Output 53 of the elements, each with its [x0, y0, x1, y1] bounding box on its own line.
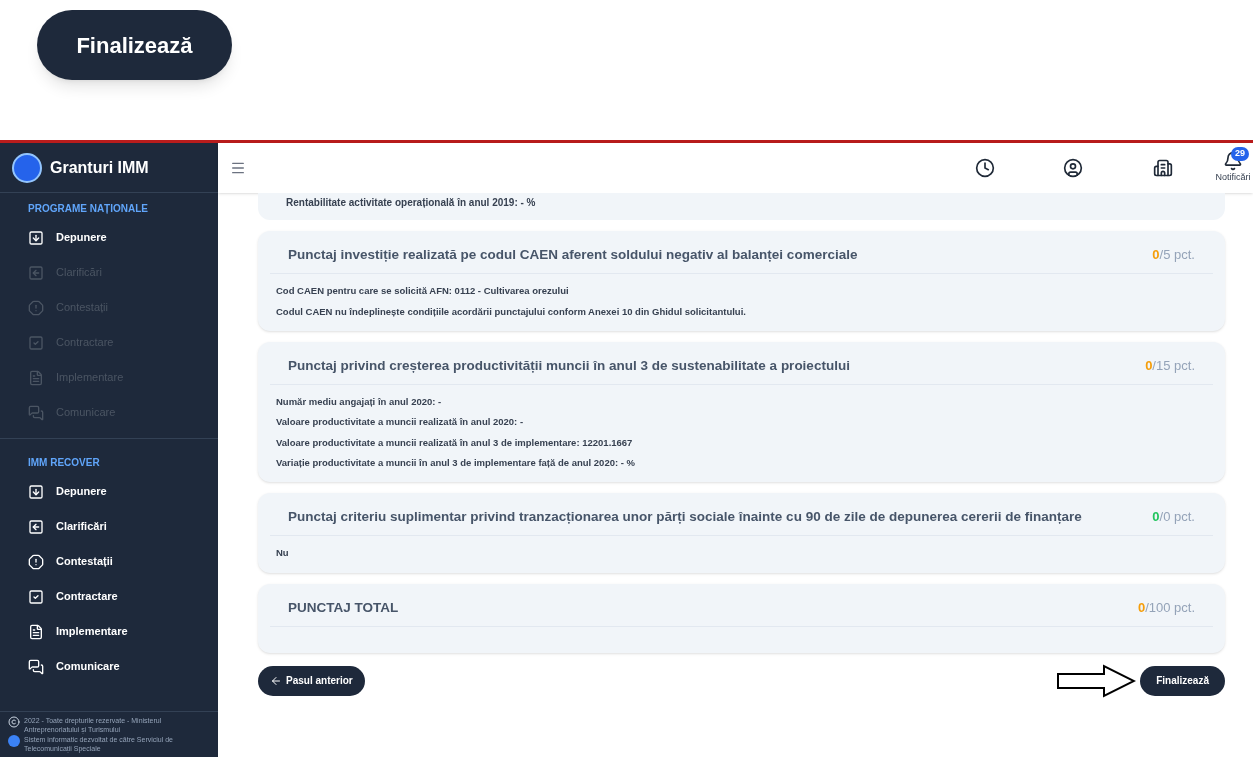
arrow-left-icon — [270, 674, 282, 687]
card-title: Punctaj investiție realizată pe codul CAEN aferent soldului negativ al balanței comerciale — [288, 246, 858, 264]
score: 0/5 pct. — [1152, 246, 1195, 265]
detail-text: Variație productivitate a muncii în anul 3 de implementare față de anul 2020: - % — [276, 455, 636, 470]
exclamation-icon — [28, 299, 44, 316]
finish-button[interactable]: Finalizează — [37, 10, 232, 80]
tray-icon — [28, 229, 44, 246]
detail-text: Rentabilitate activitate operațională în anul 2019: - % — [286, 196, 537, 210]
card-title: Punctaj criteriu suplimentar privind tranzacționarea unor părți sociale înainte cu 90 de zile de depunerea cererii de finanțare — [288, 508, 1082, 526]
tray-icon — [28, 483, 44, 500]
sidebar-item[interactable]: Contestații — [0, 544, 218, 579]
section-title: PROGRAME NAȚIONALE — [27, 202, 149, 216]
bell-icon[interactable] — [1223, 151, 1243, 172]
document-icon — [28, 369, 44, 386]
notification-badge: 29 — [1231, 147, 1249, 161]
sidebar-item[interactable]: Comunicare — [0, 649, 218, 684]
sidebar-item[interactable]: Clarificări — [0, 509, 218, 544]
emblem-icon — [12, 152, 42, 183]
user-icon[interactable] — [1063, 158, 1083, 178]
card-title: Punctaj privind creșterea productivității muncii în anul 3 de sustenabilitate a proiectului — [288, 356, 850, 375]
section-title: IMM RECOVER — [27, 456, 101, 470]
sidebar-item[interactable]: Depunere — [0, 220, 218, 255]
arrow-left-box-icon — [28, 264, 44, 281]
finish-button[interactable]: Finalizează — [1140, 665, 1225, 696]
exclamation-icon — [28, 553, 44, 570]
detail-text: Valoare productivitate a muncii realizată în anul 2020: - — [276, 415, 525, 430]
detail-text: Cod CAEN pentru care se solicită AFN: 0112 - Cultivarea orezului — [276, 284, 570, 299]
detail-text: Număr mediu angajați în anul 2020: - — [276, 395, 443, 409]
chat-icon — [28, 404, 44, 421]
arrow-left-box-icon — [28, 518, 44, 535]
detail-text: Nu — [276, 546, 290, 561]
arrow-icon — [1056, 663, 1137, 698]
menu-icon[interactable] — [230, 160, 246, 176]
brand-name: Granturi IMM — [50, 157, 149, 178]
clock-icon[interactable] — [975, 158, 995, 178]
checkbox-icon — [28, 588, 44, 605]
score: 0/100 pct. — [1137, 598, 1195, 617]
building-icon[interactable] — [1153, 158, 1173, 178]
card-title: PUNCTAJ TOTAL — [288, 598, 399, 617]
sidebar-item[interactable]: Contractare — [0, 579, 218, 614]
logo-icon — [8, 735, 20, 747]
score: 0/0 pct. — [1152, 508, 1195, 527]
checkbox-icon — [28, 334, 44, 351]
sidebar-item[interactable]: Implementare — [0, 614, 218, 649]
copyright-icon — [8, 716, 20, 728]
notifications-label: Notificări — [1215, 171, 1251, 185]
sidebar-item[interactable]: Depunere — [0, 474, 218, 509]
chat-icon — [28, 658, 44, 675]
detail-text: Valoare productivitate a muncii realizată în anul 3 de implementare: 12201.1667 — [276, 435, 634, 450]
score: 0/15 pct. — [1145, 357, 1195, 376]
back-button[interactable]: Pasul anterior — [258, 665, 365, 696]
document-icon — [28, 623, 44, 640]
detail-text: Codul CAEN nu îndeplinește condițiile acordării punctajului conform Anexei 10 din Ghidul solicitantului. — [276, 304, 747, 319]
